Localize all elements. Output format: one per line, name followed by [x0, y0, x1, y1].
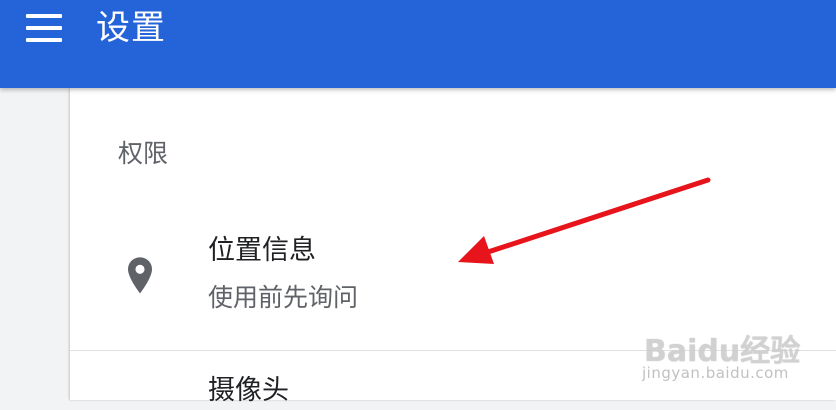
location-pin-icon: [128, 257, 152, 294]
permission-row-camera[interactable]: 摄像头: [70, 350, 836, 410]
location-subtitle: 使用前先询问: [208, 283, 359, 312]
app-header: 设置: [0, 0, 836, 88]
permission-row-location[interactable]: 位置信息 使用前先询问: [70, 222, 836, 350]
permissions-card: 权限 位置信息 使用前先询问 摄像头: [70, 88, 836, 406]
left-gutter: [0, 88, 70, 400]
page-title: 设置: [96, 8, 166, 48]
section-heading: 权限: [118, 139, 169, 168]
hamburger-icon: [26, 14, 62, 18]
menu-button[interactable]: [20, 14, 70, 44]
location-title: 位置信息: [208, 235, 316, 266]
camera-title: 摄像头: [208, 375, 289, 406]
